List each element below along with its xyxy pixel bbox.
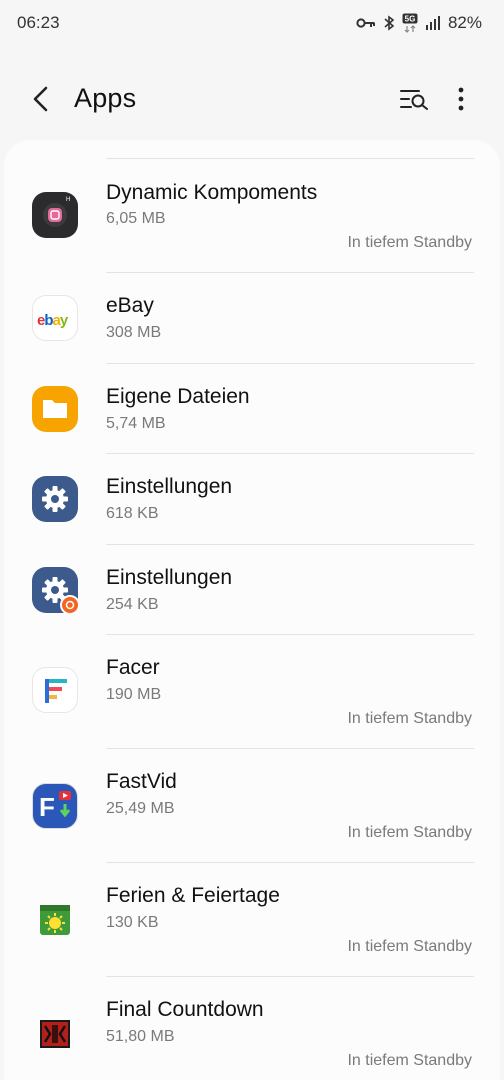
folder-icon [32,386,78,432]
back-arrow-icon [33,86,48,112]
list-item[interactable]: Facer 190 MB In tiefem Standby [4,635,500,749]
list-item[interactable]: Eigene Dateien 5,74 MB [4,364,500,454]
app-size: 6,05 MB [106,210,166,227]
svg-text:H: H [66,197,70,203]
app-status: In tiefem Standby [347,234,472,251]
svg-text:5G: 5G [405,15,416,24]
app-name: FastVid [106,770,177,793]
more-vert-icon [458,87,464,111]
dynamic-kompoments-icon: H [32,192,78,238]
final-countdown-icon [32,1011,78,1057]
svg-text:F: F [39,792,55,822]
fastvid-icon: F [32,783,78,829]
battery-level: 82% [447,13,482,32]
list-item[interactable]: H Dynamic Kompoments 6,05 MB In tiefem S… [4,159,500,273]
app-size: 254 KB [106,596,159,613]
calendar-sun-icon [32,897,78,943]
search-filter-button[interactable] [396,82,432,116]
list-item[interactable]: Einstellungen 254 KB [4,545,500,635]
list-item[interactable]: Ferien & Feiertage 130 KB In tiefem Stan… [4,863,500,977]
status-icons: 5G 82% [356,13,482,33]
ebay-icon: ebay [32,295,78,341]
signal-icon [425,15,441,31]
app-bar: Apps [0,70,504,128]
settings-gear-icon [32,476,78,522]
app-name: Eigene Dateien [106,385,250,408]
page-title: Apps [74,83,137,113]
app-status: In tiefem Standby [347,710,472,727]
app-size: 618 KB [106,505,159,522]
back-button[interactable] [24,82,58,116]
list-item[interactable]: ebay eBay 308 MB [4,273,500,364]
app-size: 130 KB [106,914,159,931]
app-size: 190 MB [106,686,162,703]
facer-icon [32,667,78,713]
app-name: eBay [106,294,154,317]
status-time: 06:23 [17,13,60,32]
app-size: 51,80 MB [106,1028,175,1045]
bluetooth-icon [383,15,395,31]
list-item[interactable]: Einstellungen 618 KB [4,454,500,545]
list-item[interactable]: Final Countdown 51,80 MB In tiefem Stand… [4,977,500,1080]
app-size: 25,49 MB [106,800,175,817]
app-name: Einstellungen [106,566,233,589]
app-name: Ferien & Feiertage [106,884,280,907]
more-options-button[interactable] [446,82,476,116]
app-name: Einstellungen [106,475,233,498]
app-status: In tiefem Standby [347,1052,472,1069]
list-item[interactable]: F FastVid 25,49 MB In tiefem Standby [4,749,500,863]
5g-icon: 5G [402,13,418,33]
settings-gear-badge-icon [32,567,80,615]
app-list: H Dynamic Kompoments 6,05 MB In tiefem S… [4,140,500,1080]
app-size: 5,74 MB [106,415,166,432]
app-name: Facer [106,656,160,679]
vpn-key-icon [356,17,376,29]
app-status: In tiefem Standby [347,938,472,955]
svg-text:ebay: ebay [37,312,69,329]
app-status: In tiefem Standby [347,824,472,841]
status-bar: 06:23 5G 82% [0,0,504,46]
app-name: Final Countdown [106,998,264,1021]
search-filter-icon [400,90,428,110]
app-size: 308 MB [106,324,162,341]
app-name: Dynamic Kompoments [106,181,318,204]
